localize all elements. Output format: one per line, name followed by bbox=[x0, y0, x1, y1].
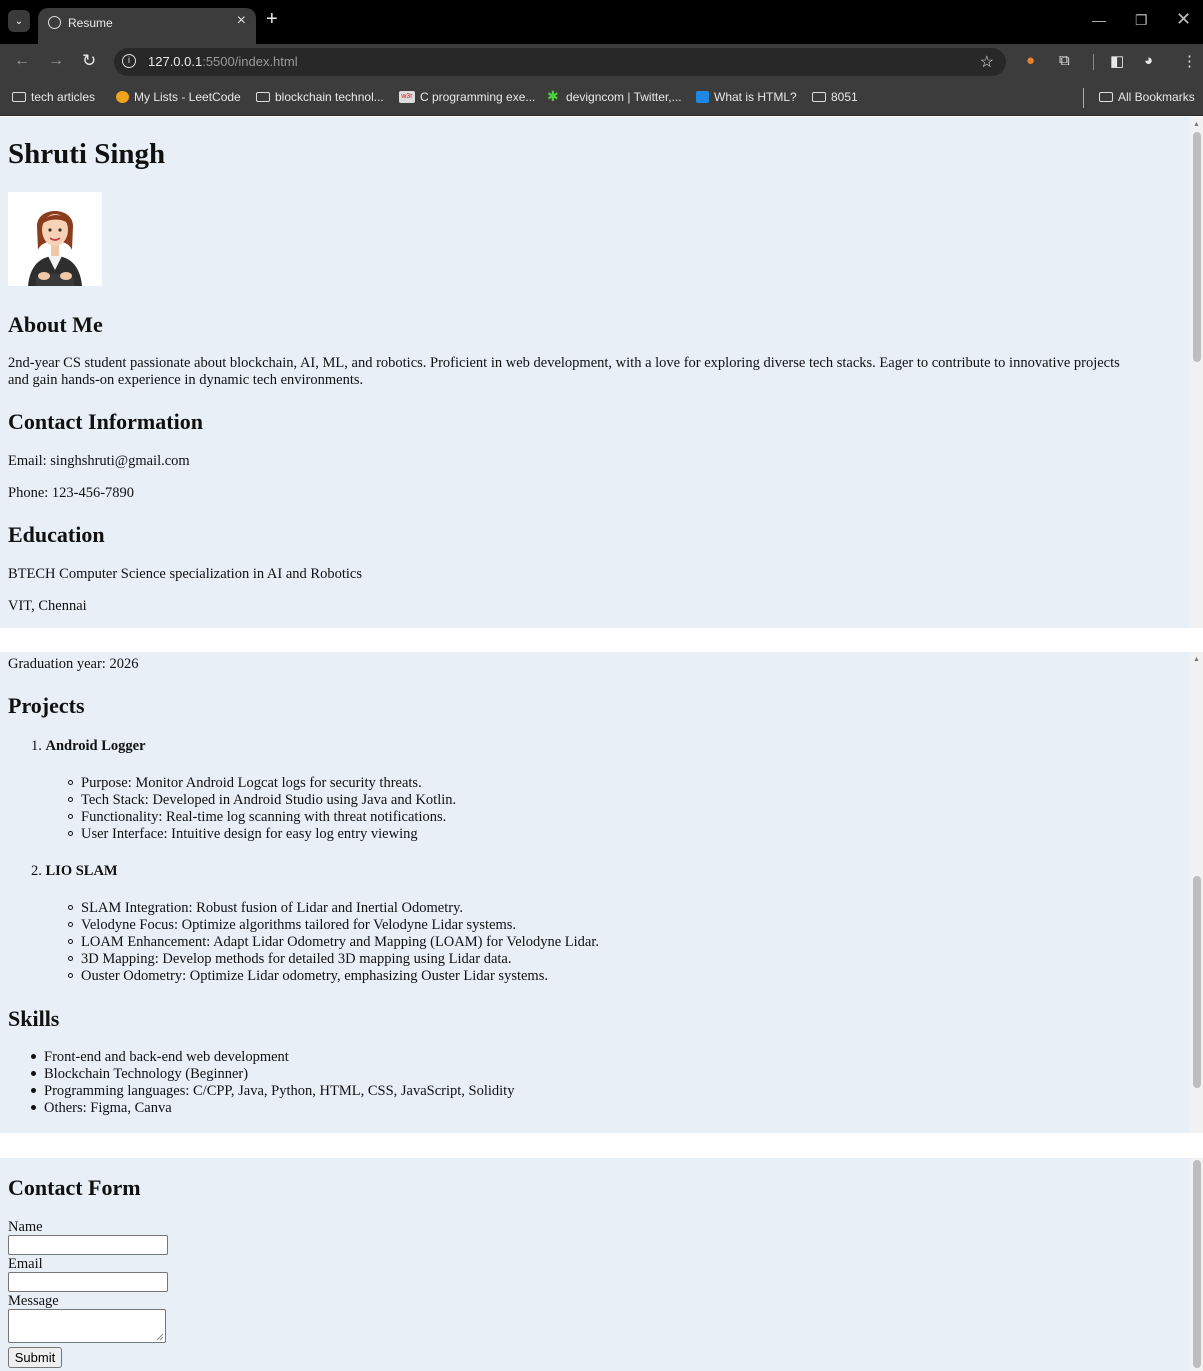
contact-heading: Contact Information bbox=[8, 409, 203, 434]
browser-toolbar: ← → ↻ i 127.0.0.1:5500/index.html ☆ ● ⧉ … bbox=[0, 44, 1203, 80]
name-input[interactable] bbox=[8, 1235, 168, 1255]
video-icon bbox=[696, 91, 709, 103]
education-graduation: Graduation year: 2026 bbox=[8, 656, 139, 672]
page-title: Shruti Singh bbox=[8, 138, 166, 170]
scroll-up-icon[interactable]: ▲ bbox=[1193, 120, 1200, 128]
education-heading: Education bbox=[8, 522, 105, 547]
bookmark-star-icon[interactable]: ☆ bbox=[980, 52, 994, 72]
list-item: Functionality: Real-time log scanning wi… bbox=[68, 809, 446, 826]
tab-resume[interactable]: Resume × bbox=[38, 8, 256, 44]
list-item: LOAM Enhancement: Adapt Lidar Odometry a… bbox=[68, 934, 599, 951]
scrollbar-thumb[interactable] bbox=[1193, 876, 1201, 1088]
about-text-line-1: 2nd-year CS student passionate about blo… bbox=[8, 355, 1120, 371]
education-college: VIT, Chennai bbox=[8, 598, 87, 614]
tab-search-button[interactable]: ⌄ bbox=[8, 10, 30, 32]
bookmarks-bar: tech articles My Lists - LeetCode blockc… bbox=[0, 80, 1203, 116]
name-label: Name bbox=[8, 1219, 43, 1235]
new-tab-button[interactable]: + bbox=[266, 8, 278, 31]
all-bookmarks-button[interactable]: All Bookmarks bbox=[1099, 90, 1195, 104]
close-window-icon[interactable]: ✕ bbox=[1176, 9, 1191, 30]
about-heading: About Me bbox=[8, 312, 103, 337]
tab-strip: ⌄ Resume × + — ❐ ✕ bbox=[0, 0, 1203, 44]
menu-icon[interactable]: ⋮ bbox=[1182, 52, 1197, 70]
forward-icon[interactable]: → bbox=[48, 52, 64, 70]
email-label: Email bbox=[8, 1256, 43, 1272]
contact-email: Email: singhshruti@gmail.com bbox=[8, 453, 190, 469]
scroll-up-icon[interactable]: ▲ bbox=[1193, 655, 1200, 663]
list-item: Ouster Odometry: Optimize Lidar odometry… bbox=[68, 968, 548, 985]
list-item: Front-end and back-end web development bbox=[31, 1049, 289, 1066]
folder-icon bbox=[256, 92, 270, 102]
bookmark-what-is-html[interactable]: What is HTML? bbox=[696, 90, 797, 104]
scrollbar-bottom[interactable] bbox=[1190, 1158, 1203, 1371]
restore-icon[interactable]: ❐ bbox=[1135, 12, 1148, 29]
list-item: Blockchain Technology (Beginner) bbox=[31, 1066, 248, 1083]
scrollbar-top[interactable]: ▲ bbox=[1190, 117, 1203, 628]
reload-icon[interactable]: ↻ bbox=[82, 51, 96, 71]
bookmark-leetcode[interactable]: My Lists - LeetCode bbox=[116, 90, 241, 104]
resume-page-top: Shruti Singh About Me 2nd-year CS studen… bbox=[0, 117, 1190, 628]
sparkle-icon: ✱ bbox=[547, 88, 559, 104]
projects-heading: Projects bbox=[8, 693, 85, 718]
contact-phone: Phone: 123-456-7890 bbox=[8, 485, 135, 501]
scrollbar-middle[interactable]: ▲ bbox=[1190, 652, 1203, 1133]
bookmark-tech-articles[interactable]: tech articles bbox=[12, 90, 95, 104]
bookmark-blockchain[interactable]: blockchain technol... bbox=[256, 90, 384, 104]
leetcode-icon bbox=[116, 91, 129, 103]
back-icon[interactable]: ← bbox=[14, 52, 30, 70]
list-item: 3D Mapping: Develop methods for detailed… bbox=[68, 951, 511, 968]
profile-avatar-icon[interactable]: ◕ bbox=[1144, 52, 1153, 69]
project-title: 1. Android Logger bbox=[31, 738, 146, 754]
folder-icon bbox=[1099, 92, 1113, 102]
scrollbar-thumb[interactable] bbox=[1193, 132, 1201, 362]
bookmark-devigncom[interactable]: ✱ devigncom | Twitter,... bbox=[547, 88, 682, 104]
url-text: 127.0.0.1:5500/index.html bbox=[148, 54, 298, 69]
side-panel-icon[interactable]: ◧ bbox=[1110, 52, 1124, 70]
list-item: User Interface: Intuitive design for eas… bbox=[68, 826, 418, 843]
education-degree: BTECH Computer Science specialization in… bbox=[8, 566, 362, 582]
avatar-illustration-icon bbox=[8, 192, 102, 286]
form-heading: Contact Form bbox=[8, 1175, 141, 1200]
project-title: 2. LIO SLAM bbox=[31, 863, 118, 879]
resize-handle-icon[interactable] bbox=[156, 1333, 164, 1341]
metamask-extension-icon[interactable]: ● bbox=[1026, 52, 1035, 69]
list-item: Others: Figma, Canva bbox=[31, 1100, 172, 1117]
list-item: Tech Stack: Developed in Android Studio … bbox=[68, 792, 456, 809]
list-item: SLAM Integration: Robust fusion of Lidar… bbox=[68, 900, 463, 917]
bookmarks-divider bbox=[1083, 88, 1084, 108]
tab-title: Resume bbox=[68, 16, 113, 30]
message-label: Message bbox=[8, 1293, 59, 1309]
minimize-icon[interactable]: — bbox=[1092, 12, 1106, 28]
contact-form-section: Contact Form Name Email Message Submit bbox=[0, 1158, 1190, 1371]
bookmark-c-programming[interactable]: w3r C programming exe... bbox=[399, 90, 535, 104]
globe-icon bbox=[48, 16, 61, 29]
resume-page-middle: Graduation year: 2026 Projects 1. Androi… bbox=[0, 652, 1190, 1133]
list-item: Programming languages: C/CPP, Java, Pyth… bbox=[31, 1083, 514, 1100]
scrollbar-thumb[interactable] bbox=[1193, 1160, 1201, 1368]
list-item: Purpose: Monitor Android Logcat logs for… bbox=[68, 775, 422, 792]
site-info-icon[interactable]: i bbox=[122, 54, 136, 68]
toolbar-divider bbox=[1093, 54, 1094, 70]
folder-icon bbox=[812, 92, 826, 102]
skills-heading: Skills bbox=[8, 1006, 60, 1031]
close-tab-icon[interactable]: × bbox=[237, 12, 246, 30]
message-textarea[interactable] bbox=[8, 1309, 166, 1343]
extensions-icon[interactable]: ⧉ bbox=[1059, 52, 1070, 69]
about-text-line-2: and gain hands-on experience in dynamic … bbox=[8, 372, 364, 388]
address-bar[interactable]: i 127.0.0.1:5500/index.html ☆ bbox=[114, 48, 1006, 76]
bookmark-8051[interactable]: 8051 bbox=[812, 90, 858, 104]
submit-button[interactable]: Submit bbox=[8, 1347, 62, 1368]
folder-icon bbox=[12, 92, 26, 102]
w3resource-icon: w3r bbox=[399, 91, 415, 103]
profile-avatar bbox=[8, 192, 102, 286]
email-field[interactable] bbox=[8, 1272, 168, 1292]
list-item: Velodyne Focus: Optimize algorithms tail… bbox=[68, 917, 516, 934]
